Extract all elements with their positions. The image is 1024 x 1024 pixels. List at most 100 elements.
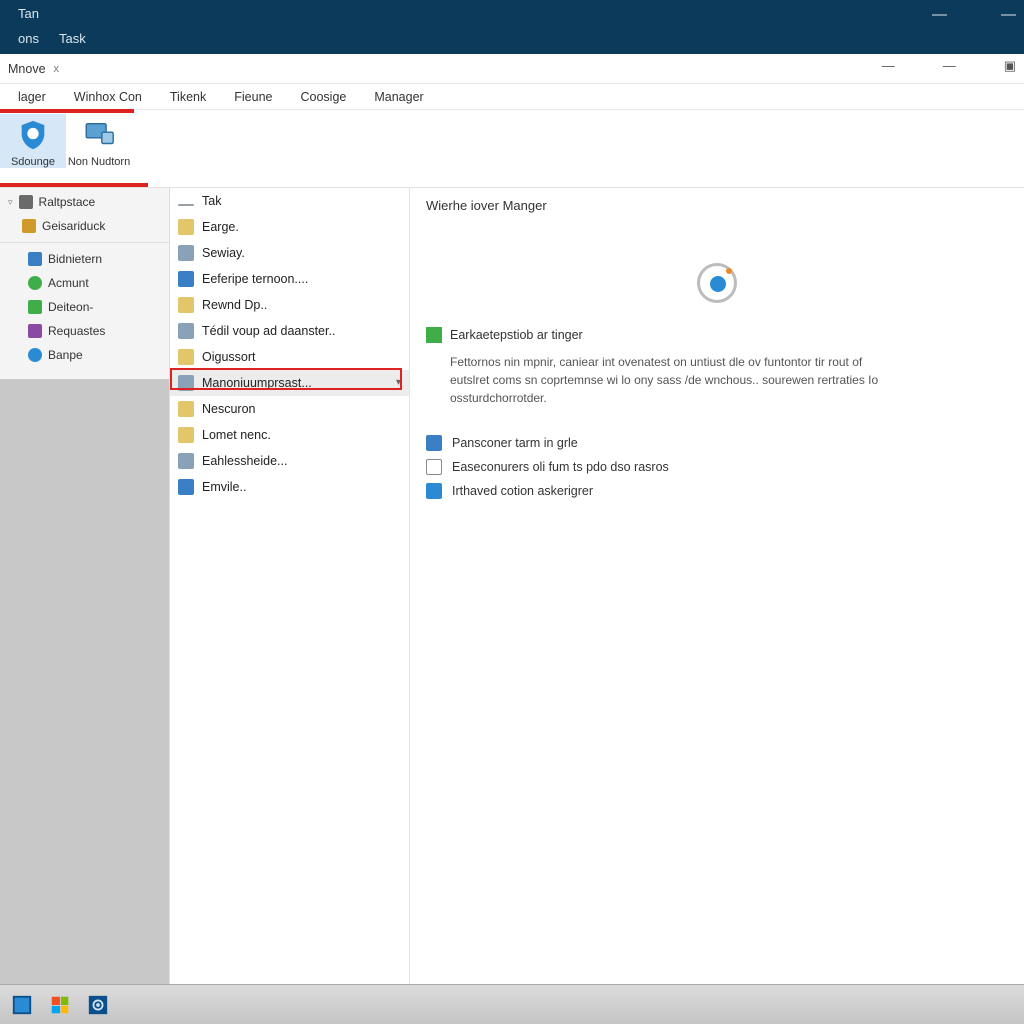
description-text: Fettornos nin mpnir, caniear int ovenate… <box>450 353 880 407</box>
section-heading: Earkaetepstiob ar tinger <box>426 327 1008 343</box>
wizard-icon <box>426 435 442 451</box>
doc-icon <box>426 459 442 475</box>
menu-item[interactable]: Fieune <box>220 87 286 107</box>
main-area: ▿ Raltpstace Geisariduck Bidnietern Acmu… <box>0 188 1024 984</box>
disk-icon <box>178 323 194 339</box>
outer-titlebar: Tan ons Task — — <box>0 0 1024 54</box>
item-label: Rewnd Dp.. <box>202 296 267 314</box>
window-tab[interactable]: Mnove x <box>8 62 59 76</box>
window-tabstrip: Mnove x — — ▣ <box>0 54 1024 84</box>
content-panel: Wierhe iover Manger Earkaetepstiob ar ti… <box>410 188 1024 984</box>
excel-icon <box>426 327 442 343</box>
outer-window-controls: — — <box>932 6 1016 23</box>
highlight-box <box>0 109 134 113</box>
tools-menu: Tak Earge. Sewiay. Eeferipe ternoon.... … <box>170 188 410 984</box>
menu-item[interactable]: Sewiay. <box>170 240 409 266</box>
folder-icon <box>178 401 194 417</box>
minimize-button[interactable]: — <box>882 58 895 74</box>
grid-icon <box>28 324 42 338</box>
menu-item[interactable]: Eeferipe ternoon.... <box>170 266 409 292</box>
calendar-icon <box>178 271 194 287</box>
menu-item[interactable]: Manager <box>360 87 437 107</box>
tree-label: Acmunt <box>48 274 89 292</box>
tree-label: Bidnietern <box>48 250 102 268</box>
menu-item[interactable]: Coosige <box>286 87 360 107</box>
menubar: lager Winhox Con Tikenk Fieune Coosige M… <box>0 84 1024 110</box>
menu-item[interactable]: Oigussort <box>170 344 409 370</box>
menu-item[interactable]: Eahlessheide... <box>170 448 409 474</box>
dash-icon <box>178 204 194 206</box>
item-label: Oigussort <box>202 348 256 366</box>
gear-icon <box>28 348 42 362</box>
menu-item[interactable]: Emvile.. <box>170 474 409 500</box>
item-label: Eahlessheide... <box>202 452 287 470</box>
tree-node[interactable]: Acmunt <box>0 271 169 295</box>
maximize-button[interactable]: — <box>943 58 956 74</box>
link-label: Irthaved cotion askerigrer <box>452 484 593 498</box>
link-label: Pansconer tarm in grle <box>452 436 578 450</box>
action-link[interactable]: Irthaved cotion askerigrer <box>426 479 1008 503</box>
outer-tab[interactable]: ons <box>8 27 49 50</box>
shield-icon <box>16 118 50 152</box>
window-controls: — — ▣ <box>882 58 1016 74</box>
action-link[interactable]: Easeconurers oli fum ts pdo dso rasros <box>426 455 1008 479</box>
menu-item[interactable]: Tédil voup ad daanster.. <box>170 318 409 344</box>
chevron-down-icon: ▿ <box>8 193 13 211</box>
menu-item[interactable]: Rewnd Dp.. <box>170 292 409 318</box>
folder-icon <box>178 349 194 365</box>
chevron-down-icon: ▾ <box>396 374 401 392</box>
outer-tab[interactable]: Tan <box>8 2 96 25</box>
item-label: Manoniuumprsast... <box>202 374 312 392</box>
hero-icon-area <box>426 263 1008 303</box>
restore-button[interactable]: ▣ <box>1004 58 1016 74</box>
minimize-icon[interactable]: — <box>1001 6 1016 23</box>
taskbar-item-settings[interactable] <box>84 991 112 1019</box>
item-label: Eeferipe ternoon.... <box>202 270 308 288</box>
tree-label: Raltpstace <box>39 193 96 211</box>
menu-item[interactable]: lager <box>4 87 60 107</box>
tree-node[interactable]: Deiteon- <box>0 295 169 319</box>
list-icon <box>178 427 194 443</box>
store-icon <box>49 994 71 1016</box>
ribbon-button-storage[interactable]: Sdounge <box>0 114 66 168</box>
ribbon-button-network[interactable]: Non Nudtorn <box>66 114 132 168</box>
tree-node[interactable]: Requastes <box>0 319 169 343</box>
tree-label: Geisariduck <box>42 217 105 235</box>
tree-label: Deiteon- <box>48 298 93 316</box>
ribbon: Sdounge Non Nudtorn <box>0 110 1024 188</box>
action-link[interactable]: Pansconer tarm in grle <box>426 431 1008 455</box>
manager-hero-icon <box>697 263 737 303</box>
tree-node[interactable]: Banpe <box>0 343 169 367</box>
item-label: Nescuron <box>202 400 256 418</box>
archive-icon <box>178 453 194 469</box>
tree-node[interactable]: Bidnietern <box>0 247 169 271</box>
ribbon-label: Sdounge <box>11 156 55 168</box>
link-label: Easeconurers oli fum ts pdo dso rasros <box>452 460 669 474</box>
item-label: Earge. <box>202 218 239 236</box>
folder-icon <box>22 219 36 233</box>
highlight-box <box>0 183 148 187</box>
tree-node[interactable]: Geisariduck <box>0 214 169 238</box>
minimize-icon[interactable]: — <box>932 6 947 23</box>
menu-item[interactable]: Tak <box>170 188 409 214</box>
mail-icon <box>178 479 194 495</box>
outer-tab[interactable]: Task <box>49 27 96 50</box>
menu-item[interactable]: Winhox Con <box>60 87 156 107</box>
heading-text: Earkaetepstiob ar tinger <box>450 328 583 342</box>
cube-icon <box>28 300 42 314</box>
menu-item[interactable]: Earge. <box>170 214 409 240</box>
menu-item[interactable]: Lomet nenc. <box>170 422 409 448</box>
close-icon[interactable]: x <box>52 63 60 75</box>
menu-item[interactable]: Tikenk <box>156 87 220 107</box>
folder-icon <box>19 195 33 209</box>
item-label: Emvile.. <box>202 478 246 496</box>
windows-icon <box>11 994 33 1016</box>
taskbar-item-windows[interactable] <box>8 991 36 1019</box>
menu-item-selected[interactable]: Manoniuumprsast... ▾ <box>170 370 409 396</box>
taskbar-item-store[interactable] <box>46 991 74 1019</box>
ribbon-label: Non Nudtorn <box>68 156 130 168</box>
app-icon <box>426 483 442 499</box>
tree-node[interactable]: ▿ Raltpstace <box>0 190 169 214</box>
taskbar <box>0 984 1024 1024</box>
menu-item[interactable]: Nescuron <box>170 396 409 422</box>
